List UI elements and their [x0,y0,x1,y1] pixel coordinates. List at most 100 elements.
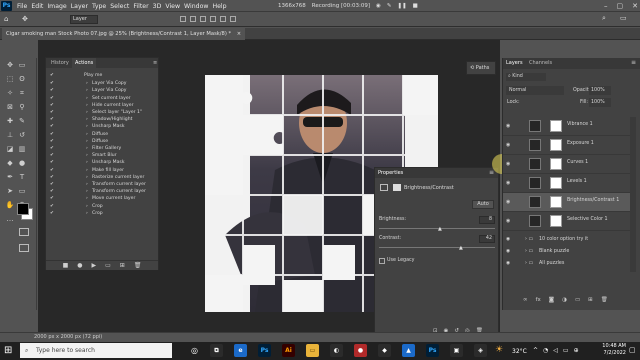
action-step-row[interactable]: ✔ › Unsharp Mask [46,123,158,130]
opacity-input[interactable]: 100% [589,86,611,95]
layer-dropdown[interactable]: Layer [70,15,98,24]
adjustment-layer-thumbnail[interactable] [529,177,541,189]
windows-start-icon[interactable]: ⊞ [4,345,12,356]
photoshop-taskbar-icon[interactable]: Ps [258,344,271,357]
expand-arrow-icon[interactable]: › [86,181,88,188]
foreground-color-swatch[interactable] [17,203,29,215]
align-icon[interactable] [200,16,206,22]
eyedropper-tool-icon[interactable]: ⚲ [17,103,27,112]
menu-window[interactable]: Window [184,3,208,10]
visibility-eye-icon[interactable]: ◉ [506,142,510,148]
move-tool-icon[interactable]: ✥ [5,61,15,70]
checkmark-icon[interactable]: ✔ [50,72,54,79]
menu-image[interactable]: Image [47,3,66,10]
visibility-eye-icon[interactable]: ◉ [506,247,510,257]
menu-view[interactable]: View [165,3,180,10]
action-step-row[interactable]: ✔ › Move current layer [46,195,158,202]
checkmark-icon[interactable]: ✔ [50,102,54,109]
gradient-tool-icon[interactable]: ▥ [17,145,27,154]
menu-help[interactable]: Help [212,3,226,10]
wifi-icon[interactable]: ◔ [543,347,548,357]
visibility-eye-icon[interactable]: ◉ [506,161,510,167]
action-step-row[interactable]: ✔ › Set current layer [46,95,158,102]
visibility-eye-icon[interactable]: ◉ [506,199,510,205]
record-icon[interactable]: ● [77,262,82,269]
expand-arrow-icon[interactable]: › [86,174,88,181]
action-step-row[interactable]: ✔ › Filter Gallery [46,145,158,152]
more-tools-icon[interactable]: … [5,215,15,224]
menu-file[interactable]: File [17,3,27,10]
contrast-input[interactable]: 42 [479,235,495,243]
move-tool-icon[interactable]: ✥ [22,15,28,23]
panel-menu-icon[interactable]: ≡ [631,59,636,66]
layer-group-row[interactable]: ◉ › ▭ 10 color option try it [503,235,631,245]
menu-select[interactable]: Select [110,3,129,10]
brightness-input[interactable]: 8 [479,216,495,224]
clone-stamp-tool-icon[interactable]: ⊥ [5,131,15,140]
fill-input[interactable]: 100% [589,98,611,107]
eraser-tool-icon[interactable]: ◪ [5,145,15,154]
weather-temp[interactable]: 32°C [512,348,527,355]
checkmark-icon[interactable]: ✔ [50,95,54,102]
tab-channels[interactable]: Channels [529,60,552,66]
maximize-icon[interactable]: ▢ [617,2,624,10]
notifications-icon[interactable]: ▢ [629,346,636,354]
checkmark-icon[interactable]: ✔ [50,152,54,159]
pencil-icon[interactable]: ✎ [387,3,392,9]
stop-icon[interactable]: ■ [63,262,69,269]
new-set-icon[interactable]: ▭ [105,262,111,269]
frame-tool-icon[interactable]: ⊠ [5,103,15,112]
expand-arrow-icon[interactable]: › [86,123,88,130]
file-explorer-icon[interactable]: ▭ [306,344,319,357]
menu-type[interactable]: Type [92,3,106,10]
paths-panel-button[interactable]: ⟲ Paths [466,61,496,75]
adjustment-layer-thumbnail[interactable] [529,139,541,151]
properties-tab[interactable]: Properties [378,170,403,176]
quick-mask-icon[interactable] [19,228,29,236]
folder-icon[interactable]: › ▭ [525,259,533,269]
add-mask-icon[interactable]: ◙ [549,297,554,307]
visibility-eye-icon[interactable]: ◉ [506,218,510,224]
checkmark-icon[interactable]: ✔ [50,181,54,188]
expand-arrow-icon[interactable]: › [86,145,88,152]
layer-row[interactable]: ◉ Selective Color 1 [503,212,631,231]
checkmark-icon[interactable]: ✔ [50,131,54,138]
align-icon[interactable] [210,16,216,22]
action-step-row[interactable]: ✔ › Transform current layer [46,188,158,195]
fx-button[interactable]: fx [536,297,541,307]
action-set-row[interactable]: ✔ Play me [46,72,158,79]
stop-icon[interactable]: ■ [413,3,418,9]
brush-tool-icon[interactable]: ✎ [17,117,27,126]
layer-mask-thumbnail[interactable] [550,120,562,132]
adjustment-layer-thumbnail[interactable] [529,120,541,132]
adjustment-layer-thumbnail[interactable] [529,158,541,170]
volume-icon[interactable]: ◁ [553,347,558,357]
photoshop-taskbar-icon[interactable]: Ps [426,344,439,357]
healing-tool-icon[interactable]: ✚ [5,117,15,126]
layer-filter-kind[interactable]: ⌕ Kind [506,73,546,81]
expand-arrow-icon[interactable]: › [86,195,88,202]
folder-icon[interactable]: › ▭ [525,235,533,245]
app-icon[interactable]: ▲ [402,344,415,357]
layer-row[interactable]: ◉ Levels 1 [503,174,631,193]
document-tab[interactable]: Cigar smoking man Stock Photo 07.jpg @ 2… [2,28,246,40]
checkmark-icon[interactable]: ✔ [50,80,54,87]
blur-tool-icon[interactable]: ◆ [5,159,15,168]
close-icon[interactable]: ✕ [632,2,638,10]
link-icon[interactable]: ∞ [523,297,528,307]
expand-arrow-icon[interactable]: › [86,80,88,87]
menu-layer[interactable]: Layer [71,3,88,10]
app-icon[interactable]: ◈ [474,344,487,357]
visibility-eye-icon[interactable]: ◉ [506,180,510,186]
checkmark-icon[interactable]: ✔ [50,159,54,166]
chevron-up-icon[interactable]: ^ [533,347,538,357]
layer-mask-thumbnail[interactable] [550,177,562,189]
align-icon[interactable] [190,16,196,22]
hand-tool-icon[interactable]: ✋ [5,201,15,210]
layer-mask-thumbnail[interactable] [550,196,562,208]
recorder-icon[interactable]: ● [354,344,367,357]
adjustment-layer-thumbnail[interactable] [529,215,541,227]
new-group-icon[interactable]: ▭ [575,297,580,307]
expand-arrow-icon[interactable]: › [86,188,88,195]
contrast-slider-track[interactable] [379,247,495,248]
